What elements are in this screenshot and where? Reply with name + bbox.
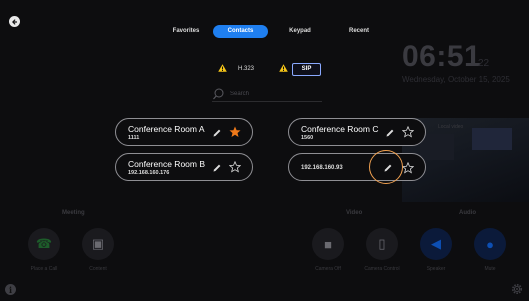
star-outline-icon[interactable] [402,162,414,174]
contact-card[interactable]: Conference Room C 1560 [288,118,426,146]
background-camera-off-button: ■ [312,228,344,260]
background-button-label: Place a Call [30,266,58,272]
background-button-label: Camera Control [364,266,400,272]
contact-address: 192.168.160.93 [301,165,343,171]
star-outline-icon[interactable] [229,161,241,173]
warning-icon [279,64,288,72]
info-icon: i [8,284,13,295]
gear-icon[interactable] [511,283,523,295]
background-speaker-button: ◀ [420,228,452,260]
background-clock: 06:51 [402,40,482,73]
tab-contacts[interactable]: Contacts [213,25,268,38]
phone-icon: ☎ [35,236,53,251]
contact-address: 192.168.160.176 [128,170,170,176]
background-mute-button: ● [474,228,506,260]
contact-address: 1111 [128,135,140,141]
speaker-icon: ◀ [431,236,441,251]
pencil-icon[interactable] [212,163,222,173]
contact-address: 1560 [301,135,314,141]
protocol-h323-toggle[interactable]: H.323 [232,63,260,75]
background-content-button: ▣ [82,228,114,260]
star-outline-icon[interactable] [402,126,414,138]
preview-window-shape [472,128,512,150]
background-button-label: Speaker [426,266,446,272]
search-icon [213,88,224,100]
background-clock-seconds: 22 [478,58,490,69]
preview-screen-shape [420,134,454,160]
tab-favorites[interactable]: Favorites [168,25,204,38]
background-camera-control-button: ▯ [366,228,398,260]
contact-card[interactable]: Conference Room A 1111 [115,118,253,146]
info-button[interactable]: i [5,284,16,295]
touch-highlight-ring [369,150,403,184]
search-input[interactable] [230,88,322,100]
microphone-icon: ● [486,236,494,252]
background-button-label: Camera Off [315,266,341,272]
contact-name: Conference Room A [128,124,205,134]
tab-recent[interactable]: Recent [341,25,377,38]
background-preview-label: Local video [438,124,464,130]
background-place-call-button: ☎ [28,228,60,260]
background-section-meeting: Meeting [62,210,85,216]
dimmed-home-background: 06:51 22 Wednesday, October 15, 2025 Loc… [0,0,529,301]
contact-card[interactable]: 192.168.160.93 [288,153,426,181]
back-button[interactable] [9,16,20,27]
background-button-label: Mute [484,266,496,272]
background-section-video: Video [346,210,363,216]
background-section-audio: Audio [459,210,476,216]
star-icon[interactable] [229,126,241,138]
camera-icon: ■ [324,236,332,252]
tab-keypad[interactable]: Keypad [282,25,318,38]
background-date: Wednesday, October 15, 2025 [402,75,510,84]
contact-name: Conference Room B [128,159,206,169]
warning-icon [218,64,227,72]
arrow-left-icon [11,18,17,25]
content-share-icon: ▣ [91,236,105,251]
contact-card[interactable]: Conference Room B 192.168.160.176 [115,153,253,181]
pencil-icon[interactable] [212,128,222,138]
contact-name: Conference Room C [301,124,379,134]
pencil-icon[interactable] [385,128,395,138]
background-button-label: Content [89,266,107,272]
search-underline [212,101,322,102]
protocol-sip-toggle[interactable]: SIP [292,63,321,76]
camera-control-icon: ▯ [378,236,386,251]
